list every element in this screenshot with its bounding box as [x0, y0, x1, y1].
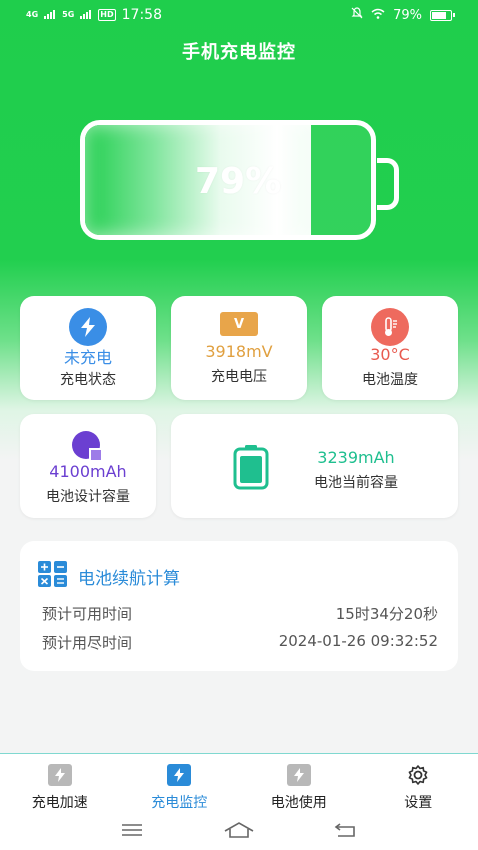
network-4g: 4G: [26, 10, 39, 19]
menu-icon[interactable]: [120, 822, 144, 842]
design-capacity-value: 4100mAh: [49, 462, 127, 481]
nav-charge-monitor[interactable]: 充电监控: [120, 754, 240, 813]
nav-label: 设置: [404, 795, 433, 811]
system-navigation-bar: [0, 813, 478, 850]
charge-state-value: 未充电: [63, 348, 112, 367]
depletion-time-value: 2024-01-26 09:32:52: [278, 632, 438, 650]
nav-battery-usage[interactable]: 电池使用: [239, 754, 359, 813]
nav-label: 充电加速: [31, 795, 88, 811]
depletion-time-label: 预计用尽时间: [42, 634, 133, 652]
nav-label: 电池使用: [270, 795, 327, 811]
card-current-capacity: 3239mAh 电池当前容量: [171, 414, 458, 518]
voltage-icon: V: [220, 312, 258, 336]
home-icon[interactable]: [223, 821, 255, 843]
current-capacity-label: 电池当前容量: [314, 475, 398, 491]
card-temperature: 30°C 电池温度: [322, 296, 458, 400]
bolt-icon: [69, 308, 107, 346]
battery-life-title: 电池续航计算: [78, 568, 180, 589]
calculator-icon: [38, 561, 68, 591]
thermometer-icon: [371, 308, 409, 346]
card-charge-state: 未充电 充电状态: [20, 296, 156, 400]
voltage-value: 3918mV: [205, 342, 273, 361]
status-bar: 4G 5G HD 17:58 79%: [0, 0, 478, 30]
signal-icon: [44, 8, 56, 23]
bottom-navigation: 充电加速 充电监控 电池使用 设置: [0, 753, 478, 813]
nav-charge-boost[interactable]: 充电加速: [0, 754, 120, 813]
current-capacity-value: 3239mAh: [317, 448, 395, 467]
gear-icon: [406, 764, 430, 786]
battery-level-graphic: 79%: [80, 120, 376, 240]
calc-row-depletion: 预计用尽时间 2024-01-26 09:32:52: [42, 632, 438, 653]
bolt-box-icon: [167, 764, 192, 786]
available-time-value: 15时34分20秒: [335, 605, 438, 623]
nav-settings[interactable]: 设置: [359, 754, 478, 813]
bolt-box-icon: [47, 764, 72, 786]
battery-percent: 79%: [195, 161, 282, 202]
status-battery-icon: [430, 9, 455, 21]
signal-icon-2: [80, 8, 92, 23]
card-voltage: V 3918mV 充电电压: [171, 296, 307, 400]
temperature-label: 电池温度: [362, 372, 418, 388]
pie-icon: [69, 428, 107, 466]
clock: 17:58: [121, 7, 162, 23]
page-title: 手机充电监控: [182, 42, 296, 63]
card-design-capacity: 4100mAh 电池设计容量: [20, 414, 156, 518]
available-time-label: 预计可用时间: [42, 605, 133, 623]
calc-row-available: 预计可用时间 15时34分20秒: [42, 603, 438, 624]
wifi-icon: [371, 8, 385, 23]
design-capacity-label: 电池设计容量: [46, 489, 130, 505]
hd-badge: HD: [98, 9, 116, 21]
voltage-label: 充电电压: [211, 369, 267, 385]
battery-life-card: 电池续航计算 预计可用时间 15时34分20秒 预计用尽时间 2024-01-2…: [20, 541, 458, 671]
nav-label: 充电监控: [151, 795, 208, 811]
battery-percent-text: 79%: [393, 7, 422, 23]
bolt-box-icon: [286, 764, 311, 786]
temperature-value: 30°C: [370, 345, 410, 364]
battery-cap: [377, 158, 399, 210]
network-5g: 5G: [62, 10, 75, 19]
mute-icon: [351, 7, 363, 23]
back-icon[interactable]: [334, 822, 358, 842]
charge-state-label: 充电状态: [60, 372, 116, 388]
battery-green-icon: [233, 444, 269, 494]
